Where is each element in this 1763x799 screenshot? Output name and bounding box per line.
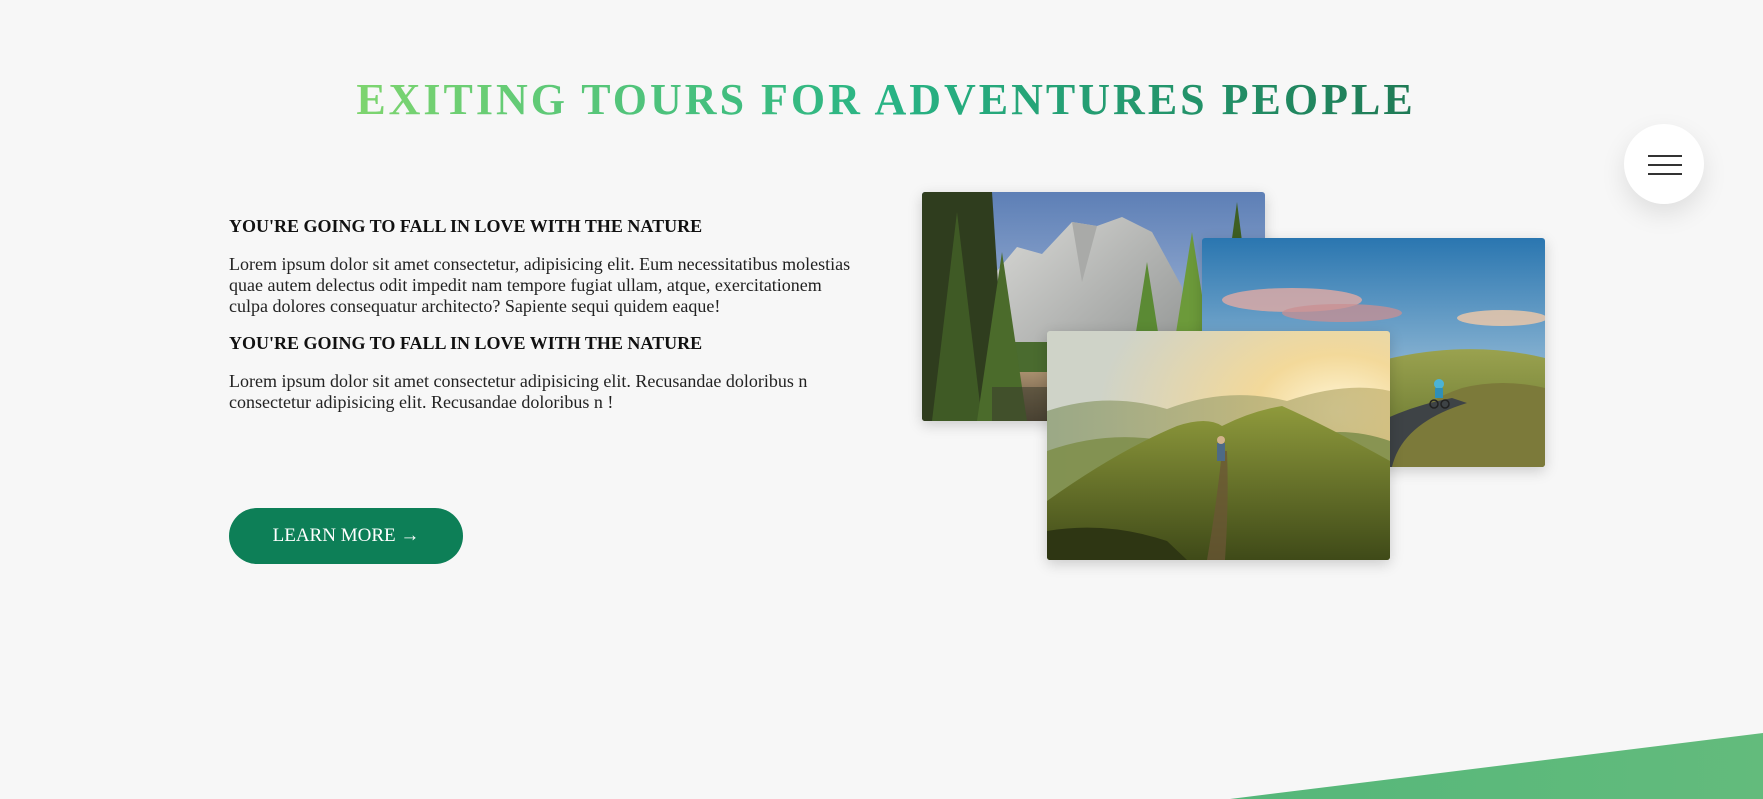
section-heading-1: YOU'RE GOING TO FALL IN LOVE WITH THE NA… (229, 216, 703, 236)
hamburger-menu-icon-line (1648, 164, 1682, 166)
about-text-column: YOU'RE GOING TO FALL IN LOVE WITH THE NA… (229, 212, 859, 425)
hamburger-menu-icon (1648, 155, 1682, 157)
page-title: EXITING TOURS FOR ADVENTURES PEOPLE (356, 75, 1416, 124)
section-paragraph-2: Lorem ipsum dolor sit amet consectetur a… (229, 371, 808, 412)
hamburger-menu-icon-line (1648, 173, 1682, 175)
section-heading-2: YOU'RE GOING TO FALL IN LOVE WITH THE NA… (229, 333, 703, 353)
hamburger-menu-button[interactable] (1624, 124, 1704, 204)
section-paragraph-1: Lorem ipsum dolor sit amet consectetur, … (229, 254, 851, 316)
learn-more-button[interactable]: LEARN MORE → (229, 508, 463, 564)
mountain-ridge-hiker-photo[interactable] (1047, 331, 1390, 560)
